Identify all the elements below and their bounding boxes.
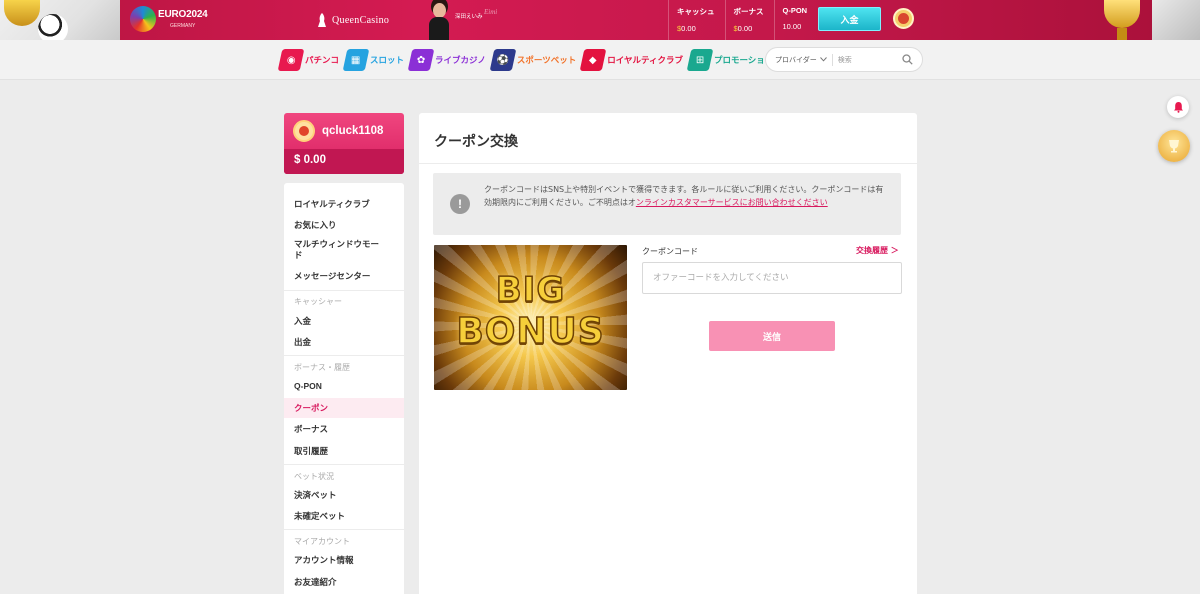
sidebar-section-account: マイアカウント [294,537,350,546]
sidebar-item-withdraw[interactable]: 出金 [284,332,404,352]
diamond-icon: ◆ [579,49,607,71]
ambassador-signature: Eimi [484,8,498,16]
cash-balance-value: 0.00 [681,24,696,33]
qpon-balance-label: Q-PON [782,6,808,15]
user-balance: $ 0.00 [294,154,326,166]
sidebar-item-bonus[interactable]: ボーナス [284,419,404,439]
coupon-code-input[interactable] [642,262,902,294]
submit-button[interactable]: 送信 [709,321,835,351]
sidebar-item-qpon[interactable]: Q-PON [284,376,404,396]
bonus-balance: ボーナス $0.00 [724,0,774,40]
ambassador-name: 深田えいみ [455,14,483,20]
nav-label: スポーツベット [516,55,577,65]
coupon-panel: クーポン交換 ! クーポンコードはSNS上や特別イベントで獲得できます。各ルール… [419,113,917,594]
qpon-balance-value: 10.00 [782,22,802,31]
cash-balance: キャッシュ $0.00 [668,0,725,40]
decoration-right [1090,0,1200,40]
nav-label: パチンコ [305,55,340,65]
sidebar-section-bonus-history: ボーナス・履歴 [294,363,350,372]
username: qcluck1108 [322,125,384,137]
sidebar-item-settled-bets[interactable]: 決済ベット [284,485,404,505]
search-icon[interactable] [902,54,913,65]
trophy-icon [1104,0,1140,28]
nav-slot[interactable]: ▦ スロット [342,48,405,72]
big-bonus-banner: BIG BONUS [434,245,627,390]
qpon-balance: Q-PON 10.00 [773,0,818,40]
user-card: qcluck1108 $ 0.00 [284,113,404,174]
bonus-balance-value: 0.00 [737,24,753,33]
nav-label: ライブカジノ [435,55,486,65]
coupon-code-label: クーポンコード [642,247,698,256]
banner-word-big: BIG [495,269,566,311]
brand-logo[interactable]: QueenCasino [316,11,389,29]
balance-summary: キャッシュ $0.00 ボーナス $0.00 Q-PON 10.00 [668,0,817,40]
trophy-icon [4,0,40,26]
account-sidebar: ロイヤルティクラブ お気に入り マルチウィンドウモー ド メッセージセンター キ… [284,183,404,594]
info-icon: ! [450,194,470,214]
support-link[interactable]: ンラインカスタマーサービスにお問い合わせください [636,198,828,207]
ambassador-photo [427,0,451,40]
coupon-notice: ! クーポンコードはSNS上や特別イベントで獲得できます。各ルールに従いご利用く… [433,173,901,235]
euro-logo-title: EURO2024 [158,9,208,20]
nav-pachinko[interactable]: ◉ パチンコ [277,48,340,72]
sidebar-item-label: ド [294,250,303,260]
cash-balance-label: キャッシュ [677,7,715,16]
sidebar-item-referral[interactable]: お友達紹介 [284,572,404,592]
exchange-history-link[interactable]: 交換履歴 ＞ [856,245,899,256]
page-title: クーポン交換 [434,134,518,150]
provider-label: プロバイダー [775,56,817,64]
soccer-ball-icon [38,14,68,40]
nav-live-casino[interactable]: ✿ ライブカジノ [407,48,486,72]
sidebar-item-deposit[interactable]: 入金 [284,311,404,331]
sidebar-item-account-info[interactable]: アカウント情報 [284,550,404,570]
slot-icon: ▦ [342,49,370,71]
notification-bell-icon[interactable] [1167,96,1189,118]
user-avatar-icon[interactable] [893,8,914,29]
euro-logo-sub: GERMANY [170,23,196,29]
sidebar-item-favorites[interactable]: お気に入り [284,215,404,235]
banner-word-bonus: BONUS [456,310,605,353]
sidebar-item-unsettled-bets[interactable]: 未確定ベット [284,506,404,526]
euro-emblem-icon [130,6,156,32]
bonus-balance-label: ボーナス [733,7,764,16]
game-search: プロバイダー 検索 [765,47,923,72]
search-input[interactable]: 検索 [838,55,902,65]
sidebar-section-cashier: キャッシャー [294,297,342,306]
sidebar-section-bets: ベット状況 [294,472,334,481]
nav-loyalty-club[interactable]: ◆ ロイヤルティクラブ [579,48,683,72]
deposit-button[interactable]: 入金 [818,7,881,31]
sidebar-item-multiwindow[interactable]: マルチウィンドウモー ド [284,237,404,261]
gift-icon: ⊞ [686,49,714,71]
provider-dropdown[interactable]: プロバイダー [775,55,827,65]
trophy-icon[interactable] [1158,130,1190,162]
brand-name: QueenCasino [332,14,390,26]
sidebar-item-transactions[interactable]: 取引履歴 [284,441,404,461]
sidebar-item-coupon[interactable]: クーポン [284,398,404,418]
nav-label: ロイヤルティクラブ [607,55,683,65]
sidebar-item-label: マルチウィンドウモー [294,239,380,249]
queen-crown-icon [318,13,326,27]
nav-label: スロット [370,55,405,65]
notice-text: クーポンコードはSNS上や特別イベントで獲得できます。各ルールに従いご利用くださ… [484,183,889,209]
top-header: EURO2024 GERMANY QueenCasino 深田えいみ Eimi … [0,0,1200,40]
sidebar-item-message-center[interactable]: メッセージセンター [284,266,404,286]
euro2024-logo[interactable]: EURO2024 GERMANY [130,6,210,36]
pachinko-icon: ◉ [277,49,305,71]
chevron-down-icon [819,57,827,62]
sports-icon: ⚽ [489,49,517,71]
main-nav: ◉ パチンコ ▦ スロット ✿ ライブカジノ ⚽ スポーツベット ◆ ロイヤルテ… [0,40,1200,80]
decoration-left [0,0,120,40]
avatar[interactable] [293,120,315,142]
live-casino-icon: ✿ [407,49,435,71]
nav-promotion[interactable]: ⊞ プロモーション [686,48,773,72]
sidebar-item-loyalty-club[interactable]: ロイヤルティクラブ [284,194,404,214]
nav-sports-bet[interactable]: ⚽ スポーツベット [489,48,577,72]
